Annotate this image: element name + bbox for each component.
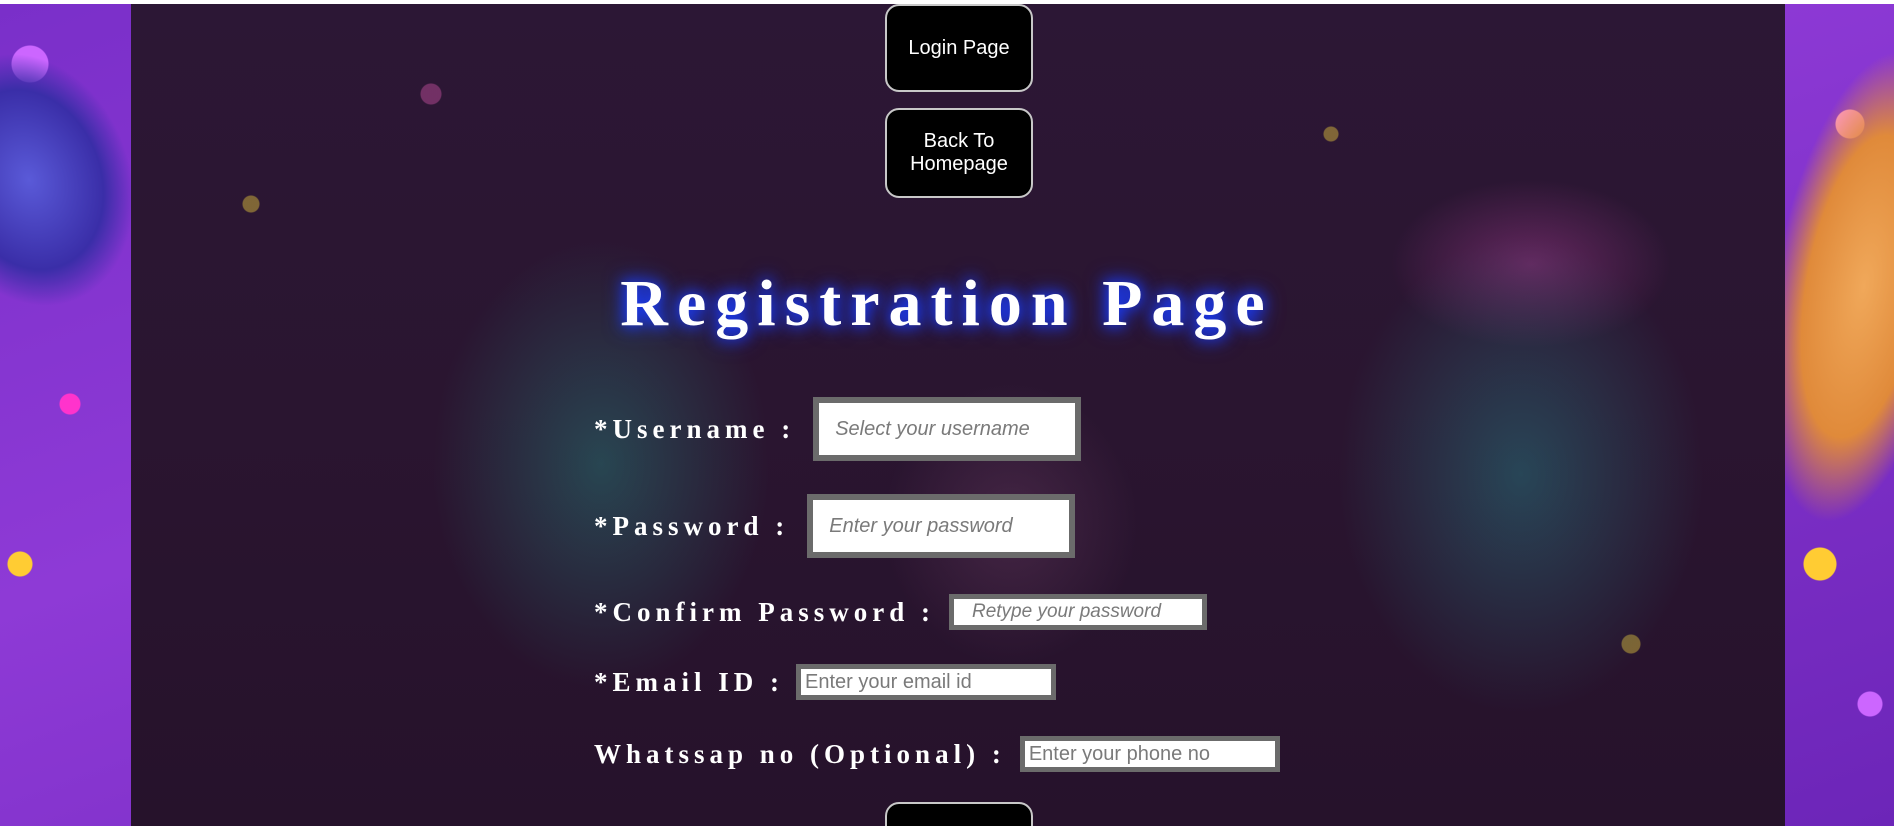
submit-button[interactable]: [885, 802, 1033, 826]
password-input[interactable]: [807, 494, 1076, 558]
back-to-homepage-button[interactable]: Back To Homepage: [885, 108, 1033, 198]
whatsapp-label: Whatssap no (Optional) :: [594, 738, 1006, 769]
page-background: Login Page Back To Homepage Registration…: [0, 4, 1894, 826]
whatsapp-input[interactable]: [1019, 736, 1280, 772]
email-row: *Email ID :: [594, 664, 1056, 700]
username-row: *Username :: [594, 397, 1082, 461]
username-label: *Username :: [594, 413, 796, 444]
email-label: *Email ID :: [594, 666, 784, 697]
email-input[interactable]: [796, 664, 1056, 700]
password-label: *Password :: [594, 510, 790, 541]
page-title: Registration Page: [620, 267, 1274, 340]
login-page-button[interactable]: Login Page: [885, 4, 1033, 92]
confirm-password-input[interactable]: [948, 594, 1207, 630]
username-input[interactable]: [813, 397, 1082, 461]
password-row: *Password :: [594, 494, 1076, 558]
confirm-password-label: *Confirm Password :: [594, 596, 935, 627]
confirm-password-row: *Confirm Password :: [594, 594, 1207, 630]
whatsapp-row: Whatssap no (Optional) :: [594, 736, 1280, 772]
